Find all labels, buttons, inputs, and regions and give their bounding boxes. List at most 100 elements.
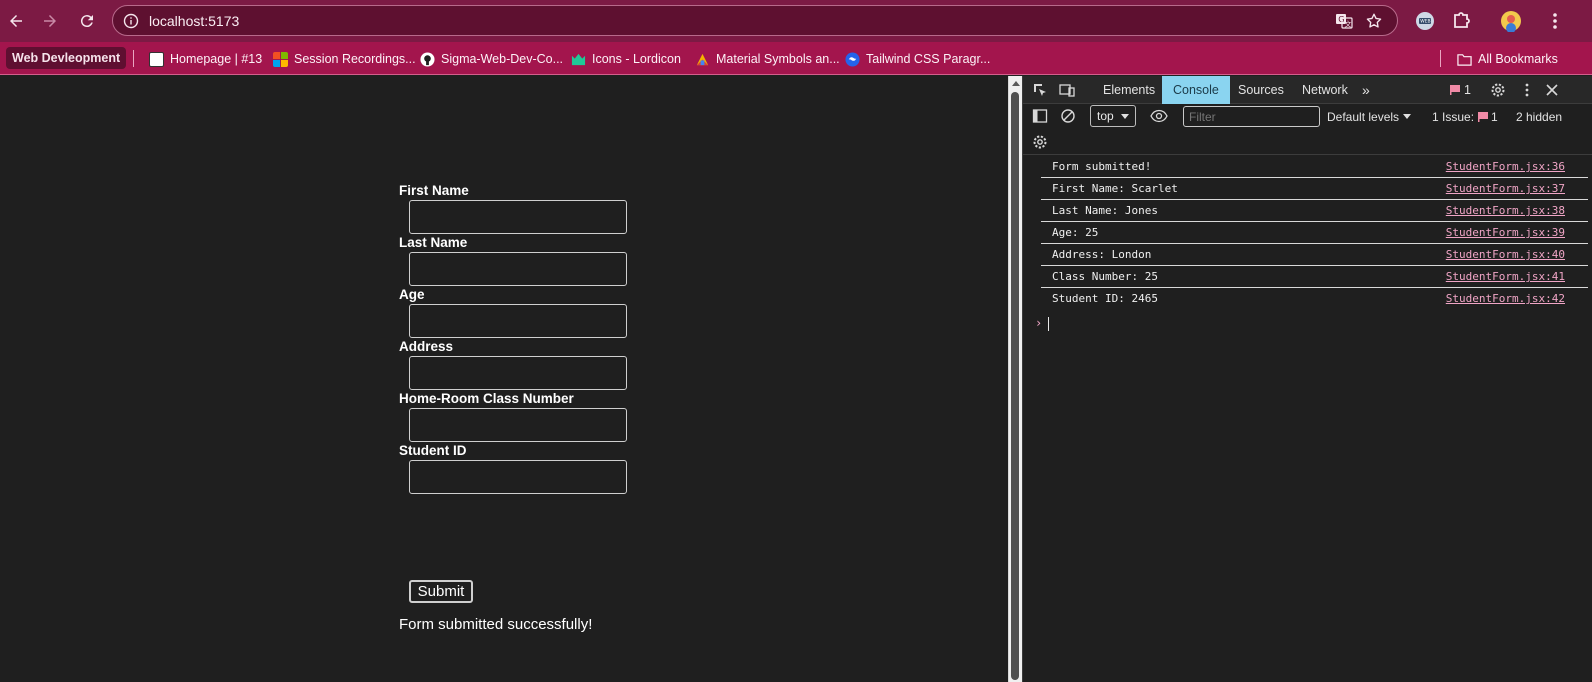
tab-elements[interactable]: Elements — [1103, 76, 1155, 104]
reload-button[interactable] — [77, 11, 97, 31]
console-log-row: Student ID: 2465 StudentForm.jsx:42 — [1041, 288, 1588, 310]
settings-gear-icon[interactable] — [1490, 82, 1506, 98]
close-devtools-icon[interactable] — [1544, 82, 1560, 98]
microsoft-favicon-icon — [273, 51, 288, 67]
extensions-puzzle-icon[interactable] — [1450, 10, 1472, 32]
first-name-input[interactable] — [409, 200, 627, 234]
bookmarks-bar: Web Devleopment Homepage | #13 Session R… — [0, 42, 1592, 75]
last-name-input[interactable] — [409, 252, 627, 286]
context-value: top — [1097, 109, 1114, 123]
log-source-link[interactable]: StudentForm.jsx:42 — [1446, 292, 1565, 305]
log-message: Last Name: Jones — [1052, 204, 1158, 217]
translate-icon[interactable]: G文 — [1335, 12, 1353, 30]
submit-button[interactable]: Submit — [409, 580, 473, 603]
devtools-menu-icon[interactable] — [1519, 82, 1535, 98]
log-levels-label: Default levels — [1327, 110, 1400, 124]
address-label: Address — [399, 339, 454, 354]
extension-avatar-icon[interactable]: WEB — [1414, 10, 1436, 32]
bookmark-label: Icons - Lordicon — [592, 52, 681, 66]
bookmark-tailwind[interactable]: Tailwind CSS Paragr... — [845, 49, 990, 69]
site-info-icon[interactable] — [123, 13, 139, 29]
issues-label[interactable]: 1 Issue: — [1432, 110, 1474, 124]
github-favicon-icon — [420, 51, 435, 67]
more-menu-icon[interactable] — [1544, 10, 1566, 32]
device-toolbar-icon[interactable] — [1059, 82, 1075, 98]
bookmark-label: Sigma-Web-Dev-Co... — [441, 52, 564, 66]
log-source-link[interactable]: StudentForm.jsx:39 — [1446, 226, 1565, 239]
bookmark-separator — [133, 50, 134, 67]
reload-icon — [80, 15, 93, 28]
log-levels-dropdown[interactable]: Default levels — [1327, 110, 1412, 124]
bookmark-sigma-web-dev[interactable]: Sigma-Web-Dev-Co... — [420, 49, 563, 69]
tab-sources[interactable]: Sources — [1238, 76, 1284, 104]
age-input[interactable] — [409, 304, 627, 338]
console-settings-gear-icon[interactable] — [1032, 134, 1048, 150]
tab-network[interactable]: Network — [1302, 76, 1348, 104]
console-input-cursor[interactable] — [1048, 317, 1049, 331]
bookmark-separator — [1440, 50, 1441, 67]
bookmark-material-symbols[interactable]: Material Symbols an... — [695, 49, 840, 69]
back-arrow-icon — [10, 15, 22, 27]
student-id-input[interactable] — [409, 460, 627, 494]
success-message: Form submitted successfully! — [399, 616, 593, 633]
profile-avatar-icon[interactable] — [1500, 10, 1522, 32]
console-log-row: Address: London StudentForm.jsx:40 — [1041, 244, 1588, 266]
age-label: Age — [399, 287, 425, 302]
bookmark-label: Homepage | #13 — [170, 52, 263, 66]
material-favicon-icon — [696, 53, 709, 65]
address-bar[interactable]: localhost:5173 G文 — [112, 5, 1398, 36]
live-expression-eye-icon[interactable] — [1150, 108, 1168, 124]
issues-count[interactable]: 1 — [1491, 110, 1498, 124]
console-log-row: Age: 25 StudentForm.jsx:39 — [1041, 222, 1588, 244]
bookmark-label: Material Symbols an... — [716, 52, 840, 66]
console-log-row: Form submitted! StudentForm.jsx:36 — [1041, 156, 1588, 178]
first-name-field: First Name — [399, 183, 639, 235]
log-source-link[interactable]: StudentForm.jsx:36 — [1446, 160, 1565, 173]
page-scrollbar[interactable] — [1008, 76, 1022, 682]
bookmark-homepage[interactable]: Homepage | #13 — [149, 49, 262, 69]
log-message: Address: London — [1052, 248, 1152, 261]
class-number-field: Home-Room Class Number — [399, 391, 639, 443]
tab-console[interactable]: Console — [1162, 76, 1230, 104]
clear-console-icon[interactable] — [1060, 108, 1076, 124]
issues-flag-icon[interactable] — [1449, 84, 1461, 96]
levels-caret-icon — [1403, 114, 1412, 119]
back-button[interactable] — [6, 11, 26, 31]
inspect-element-icon[interactable] — [1032, 82, 1048, 98]
more-tabs-chevron-icon[interactable]: » — [1362, 76, 1370, 104]
last-name-field: Last Name — [399, 235, 639, 287]
forward-button[interactable] — [40, 11, 60, 31]
sidebar-toggle-icon[interactable] — [1032, 108, 1048, 124]
console-log-row: Class Number: 25 StudentForm.jsx:41 — [1041, 266, 1588, 288]
context-select[interactable]: top — [1090, 105, 1136, 127]
log-source-link[interactable]: StudentForm.jsx:37 — [1446, 182, 1565, 195]
browser-toolbar: localhost:5173 G文 WEB — [0, 0, 1592, 42]
address-input[interactable] — [409, 356, 627, 390]
log-message: First Name: Scarlet — [1052, 182, 1178, 195]
address-field: Address — [399, 339, 639, 391]
console-filter-input[interactable] — [1183, 106, 1320, 127]
devtools-panel: Elements Console Sources Network » 1 top… — [1022, 76, 1592, 682]
class-number-input[interactable] — [409, 408, 627, 442]
lordicon-favicon-icon — [571, 53, 586, 65]
bookmark-lordicon[interactable]: Icons - Lordicon — [571, 49, 681, 69]
class-number-label: Home-Room Class Number — [399, 391, 574, 406]
scrollbar-thumb[interactable] — [1011, 92, 1019, 680]
issues-badge-count[interactable]: 1 — [1464, 76, 1471, 104]
log-message: Student ID: 2465 — [1052, 292, 1158, 305]
student-id-field: Student ID — [399, 443, 639, 495]
log-message: Age: 25 — [1052, 226, 1099, 239]
bookmark-label: Web Devleopment — [12, 51, 121, 65]
scroll-up-arrow-icon[interactable] — [1012, 81, 1020, 86]
log-source-link[interactable]: StudentForm.jsx:41 — [1446, 270, 1565, 283]
student-id-label: Student ID — [399, 443, 467, 458]
bookmark-star-icon[interactable] — [1365, 12, 1383, 30]
bookmark-session-recordings[interactable]: Session Recordings... — [273, 49, 416, 69]
bookmark-folder-web-development[interactable]: Web Devleopment — [6, 47, 127, 69]
console-log-row: First Name: Scarlet StudentForm.jsx:37 — [1041, 178, 1588, 200]
log-source-link[interactable]: StudentForm.jsx:40 — [1446, 248, 1565, 261]
issue-flag-icon — [1478, 112, 1488, 122]
all-bookmarks-label: All Bookmarks — [1478, 52, 1558, 66]
log-source-link[interactable]: StudentForm.jsx:38 — [1446, 204, 1565, 217]
all-bookmarks-button[interactable]: All Bookmarks — [1457, 49, 1558, 69]
